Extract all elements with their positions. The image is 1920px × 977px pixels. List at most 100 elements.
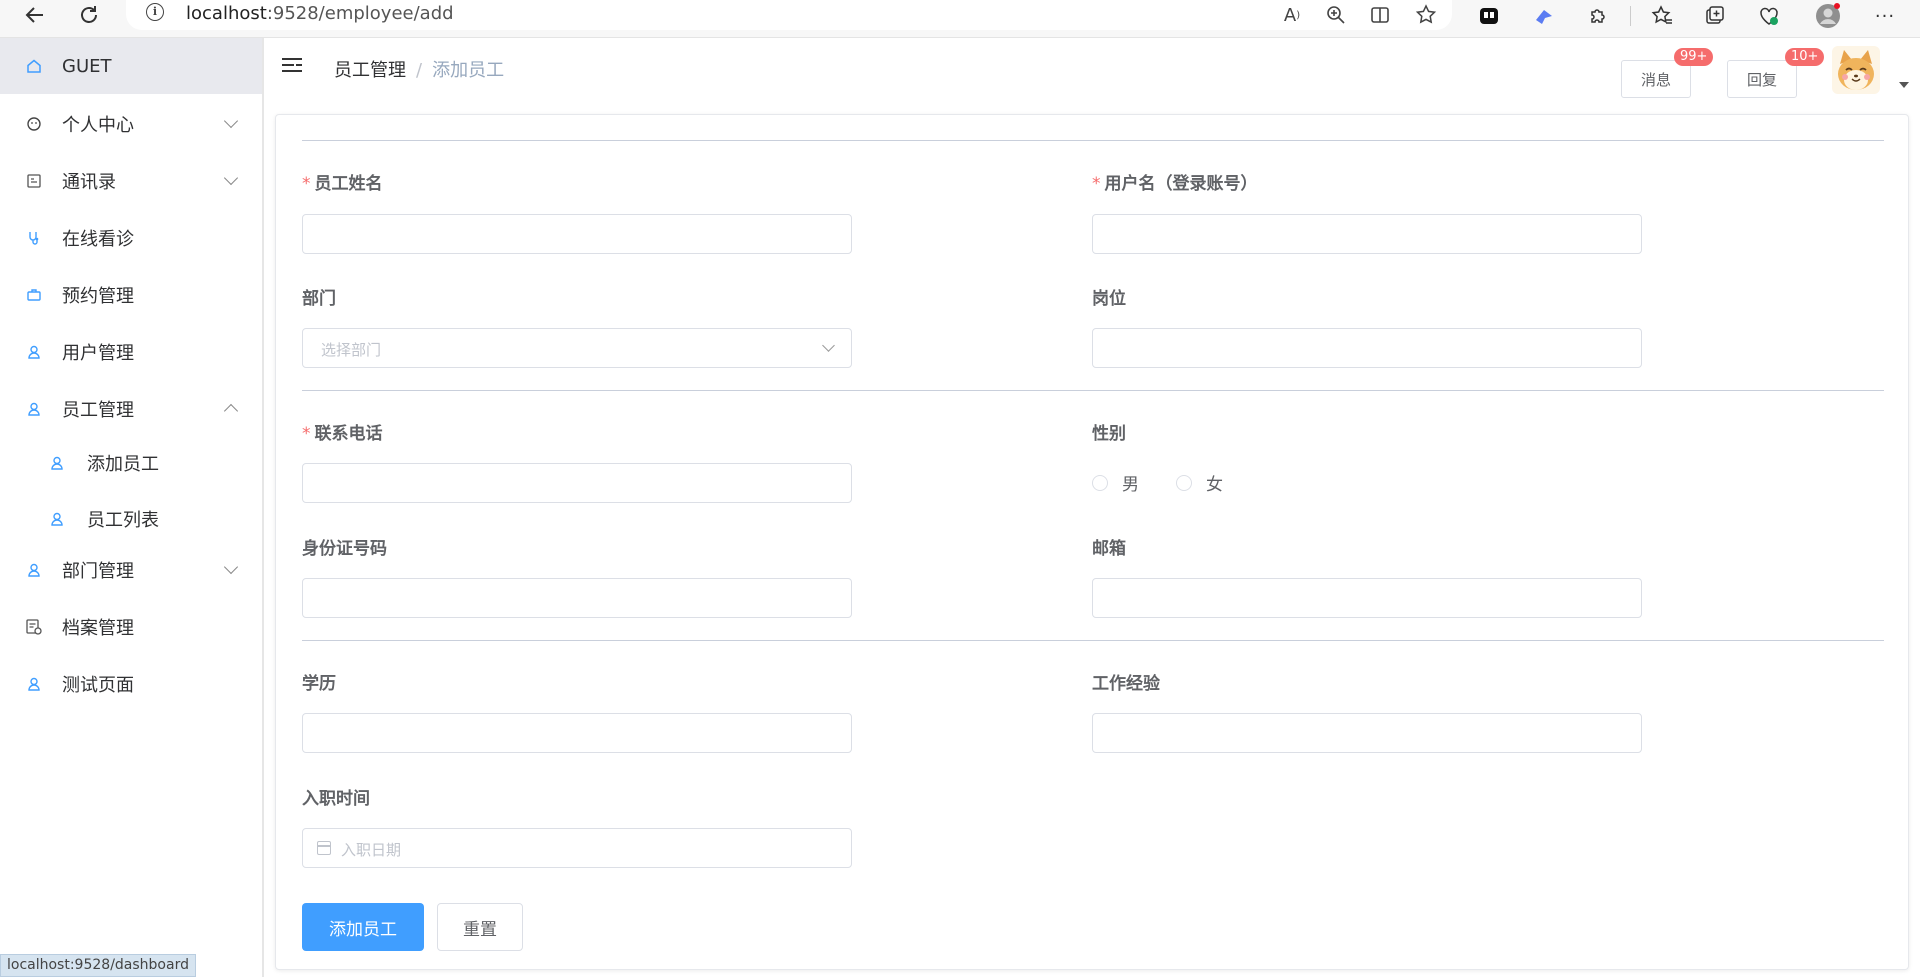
department-label: 部门 xyxy=(302,289,336,309)
sidebar-item-label: 档案管理 xyxy=(62,618,134,639)
sidebar-item-label: 通讯录 xyxy=(62,172,116,193)
sidebar-item-label: 在线看诊 xyxy=(62,229,134,250)
status-bar-url: localhost:9528/dashboard xyxy=(0,954,196,977)
sidebar-item-guet[interactable]: GUET xyxy=(0,38,262,94)
gender-label: 性别 xyxy=(1092,424,1126,444)
idcard-label: 身份证号码 xyxy=(302,539,387,559)
sidebar-item-test-page[interactable]: 测试页面 xyxy=(0,656,262,712)
sidebar-item-employees[interactable]: 员工管理 xyxy=(0,381,262,437)
sidebar-item-label: 个人中心 xyxy=(62,115,134,136)
chevron-down-icon xyxy=(223,170,239,186)
sidebar-item-label: 预约管理 xyxy=(62,286,134,307)
hire-date-placeholder: 入职日期 xyxy=(341,841,402,859)
department-select[interactable]: 选择部门 xyxy=(302,328,852,368)
breadcrumb-separator: / xyxy=(416,60,423,81)
chevron-down-icon xyxy=(223,113,239,129)
document-icon xyxy=(26,619,42,635)
email-label: 邮箱 xyxy=(1092,539,1126,559)
contacts-icon xyxy=(26,173,42,189)
radio-circle[interactable] xyxy=(1176,474,1192,491)
divider xyxy=(302,640,1884,641)
calendar-icon xyxy=(317,841,331,855)
chevron-down-icon xyxy=(223,559,239,575)
sidebar-item-add-employee[interactable]: 添加员工 xyxy=(0,438,262,488)
sidebar-item-appointments[interactable]: 预约管理 xyxy=(0,267,262,323)
hire-date-label: 入职时间 xyxy=(302,789,370,809)
sidebar-item-online-consultation[interactable]: 在线看诊 xyxy=(0,210,262,266)
sidebar-item-label: 部门管理 xyxy=(62,561,134,582)
education-input[interactable] xyxy=(302,713,852,753)
top-navbar: 员工管理 / 添加员工 消息 99+ 回复 10+ xyxy=(266,38,1920,102)
username-input[interactable] xyxy=(1092,214,1642,254)
user-icon xyxy=(26,401,42,417)
home-icon xyxy=(26,58,42,74)
favorite-add-icon[interactable] xyxy=(1414,3,1438,27)
position-input[interactable] xyxy=(1092,328,1642,368)
experience-input[interactable] xyxy=(1092,713,1642,753)
user-icon xyxy=(49,511,65,527)
employee-form-card: * 员工姓名 * 用户名（登录账号） 部门 选择部门 岗位 * 联系电话 性别 男 女… xyxy=(275,114,1909,970)
sidebar-item-archives[interactable]: 档案管理 xyxy=(0,599,262,655)
user-icon xyxy=(26,344,42,360)
info-icon[interactable]: i xyxy=(146,3,164,21)
menu-toggle-icon[interactable] xyxy=(282,58,304,78)
reset-button[interactable]: 重置 xyxy=(437,903,523,951)
zoom-icon[interactable] xyxy=(1324,3,1348,27)
breadcrumb-parent[interactable]: 员工管理 xyxy=(334,60,406,81)
more-menu-icon[interactable]: ··· xyxy=(1870,2,1900,30)
messages-badge: 99+ xyxy=(1674,48,1714,66)
stethoscope-icon xyxy=(26,230,42,246)
briefcase-icon xyxy=(26,287,42,303)
gender-male-label: 男 xyxy=(1122,475,1139,495)
sidebar-item-contacts[interactable]: 通讯录 xyxy=(0,153,262,209)
caret-down-icon[interactable] xyxy=(1899,82,1909,88)
phone-input[interactable] xyxy=(302,463,852,503)
gender-radio-male[interactable]: 男 xyxy=(1092,470,1139,495)
extension-app-icon[interactable] xyxy=(1474,2,1504,30)
sidebar-item-employee-list[interactable]: 员工列表 xyxy=(0,488,262,550)
gender-radio-female[interactable]: 女 xyxy=(1176,470,1223,495)
messages-label: 消息 xyxy=(1640,70,1671,89)
sidebar-item-label: 员工列表 xyxy=(87,510,159,531)
read-aloud-icon[interactable]: A) xyxy=(1280,3,1304,27)
name-input[interactable] xyxy=(302,214,852,254)
breadcrumb-current: 添加员工 xyxy=(432,60,505,81)
sidebar-item-departments[interactable]: 部门管理 xyxy=(0,542,262,598)
hire-date-picker[interactable]: 入职日期 xyxy=(302,828,852,868)
replies-button[interactable]: 回复 xyxy=(1727,60,1797,98)
split-screen-icon[interactable] xyxy=(1368,3,1392,27)
sidebar-item-label: 测试页面 xyxy=(62,675,134,696)
favorites-icon[interactable] xyxy=(1647,2,1677,30)
email-input[interactable] xyxy=(1092,578,1642,618)
add-employee-button[interactable]: 添加员工 xyxy=(302,903,424,951)
profile-avatar-icon[interactable] xyxy=(1813,2,1843,30)
chevron-up-icon xyxy=(223,403,239,419)
avatar[interactable] xyxy=(1832,46,1880,94)
extension-bird-icon[interactable] xyxy=(1529,2,1559,30)
browser-essentials-icon[interactable] xyxy=(1754,2,1784,30)
sidebar: GUET 个人中心 通讯录 在线看诊 预约管理 用户管理 员工管理 添加员工 员… xyxy=(0,38,264,977)
refresh-icon[interactable] xyxy=(70,0,108,30)
sidebar-item-label: 用户管理 xyxy=(62,343,134,364)
breadcrumb: 员工管理 / 添加员工 xyxy=(334,56,504,82)
toolbar-separator xyxy=(1630,6,1631,26)
gender-female-label: 女 xyxy=(1206,475,1223,495)
idcard-input[interactable] xyxy=(302,578,852,618)
user-icon xyxy=(26,676,42,692)
replies-label: 回复 xyxy=(1746,70,1777,89)
extensions-puzzle-icon[interactable] xyxy=(1583,2,1613,30)
replies-badge: 10+ xyxy=(1785,48,1825,66)
sidebar-item-personal-center[interactable]: 个人中心 xyxy=(0,96,262,152)
department-placeholder: 选择部门 xyxy=(321,341,382,359)
sidebar-item-label: GUET xyxy=(62,55,112,77)
experience-label: 工作经验 xyxy=(1092,674,1160,694)
user-icon xyxy=(49,455,65,471)
sidebar-item-users[interactable]: 用户管理 xyxy=(0,324,262,380)
back-icon[interactable] xyxy=(16,0,54,30)
address-bar[interactable]: i localhost:9528/employee/add A) xyxy=(126,0,1452,30)
radio-circle[interactable] xyxy=(1092,474,1108,491)
url-text[interactable]: localhost:9528/employee/add xyxy=(186,3,454,24)
sidebar-item-label: 添加员工 xyxy=(87,454,159,475)
collections-icon[interactable] xyxy=(1700,2,1730,30)
position-label: 岗位 xyxy=(1092,289,1126,309)
